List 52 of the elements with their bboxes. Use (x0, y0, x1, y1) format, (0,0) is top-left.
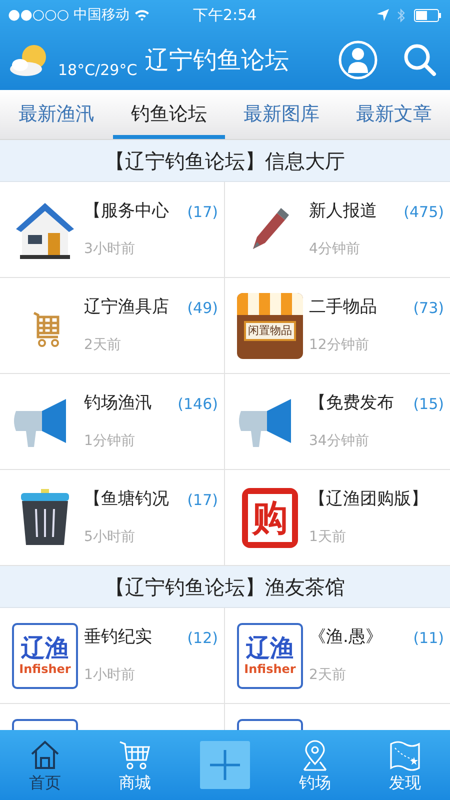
app-title: 辽宁钓鱼论坛 (145, 45, 290, 76)
last-post-time: 34分钟前 (309, 432, 370, 451)
add-button[interactable] (200, 741, 250, 789)
section-title: 【辽宁钓鱼论坛】信息大厅 (105, 148, 345, 174)
board-name[interactable]: 新人报道 (309, 199, 377, 225)
post-count: (11) (413, 628, 444, 649)
post-count: (73) (413, 298, 444, 319)
board-name[interactable]: 【辽渔团购版】 (309, 487, 428, 513)
post-count: (12) (187, 628, 218, 649)
board-name[interactable]: 【鱼塘钓况 (84, 487, 169, 513)
post-count: (17) (187, 490, 218, 511)
section-title: 【辽宁钓鱼论坛】渔友茶馆 (105, 574, 345, 600)
post-count: (146) (178, 394, 218, 415)
tab[interactable]: 最新图库 (225, 90, 338, 139)
post-count: (15) (413, 394, 444, 415)
battery-icon (414, 8, 442, 22)
last-post-time: 4分钟前 (309, 240, 361, 259)
last-post-time: 12分钟前 (309, 336, 370, 355)
board-name[interactable]: 【服务中心 (84, 199, 169, 225)
board-name[interactable]: 二手物品 (309, 295, 377, 321)
logo-icon: 辽渔 Infisher (12, 622, 78, 688)
seal-stamp-icon: 购 (242, 488, 298, 548)
post-count: (49) (187, 298, 218, 319)
clock-text: 下午2:54 (193, 4, 257, 26)
tab[interactable]: 最新渔汛 (0, 90, 112, 139)
plus-icon (208, 748, 242, 782)
wifi-icon (134, 9, 150, 21)
logo-icon: 辽渔 Infisher (237, 622, 303, 688)
temperature-text: 18°C/29°C (58, 60, 138, 81)
last-post-time: 2天前 (309, 666, 347, 685)
location-arrow-icon (377, 9, 389, 21)
last-post-time: 2天前 (84, 336, 122, 355)
post-count: (17) (187, 202, 218, 223)
board-name[interactable]: 垂钓纪实 (84, 625, 152, 651)
tab[interactable]: 最新文章 (338, 90, 450, 139)
shop-icon: 闲置物品 (237, 292, 303, 358)
carrier-text: ●●○○○ 中国移动 (8, 6, 130, 24)
last-post-time: 1小时前 (84, 666, 136, 685)
board-name[interactable]: 辽宁渔具店 (84, 295, 169, 321)
board-name[interactable]: 钓场渔汛 (84, 391, 152, 417)
board-name[interactable]: 《渔.愚》 (309, 625, 382, 651)
last-post-time: 3小时前 (84, 240, 136, 259)
last-post-time: 5小时前 (84, 528, 136, 547)
map-icon (388, 738, 422, 772)
post-count: (475) (404, 202, 444, 223)
last-post-time: 1天前 (309, 528, 347, 547)
search-icon[interactable] (402, 42, 438, 78)
board-name[interactable]: 【免费发布 (309, 391, 394, 417)
user-profile-icon[interactable] (338, 40, 378, 80)
last-post-time: 1分钟前 (84, 432, 136, 451)
bluetooth-icon (397, 8, 406, 22)
tab[interactable]: 钓鱼论坛 (112, 90, 225, 139)
